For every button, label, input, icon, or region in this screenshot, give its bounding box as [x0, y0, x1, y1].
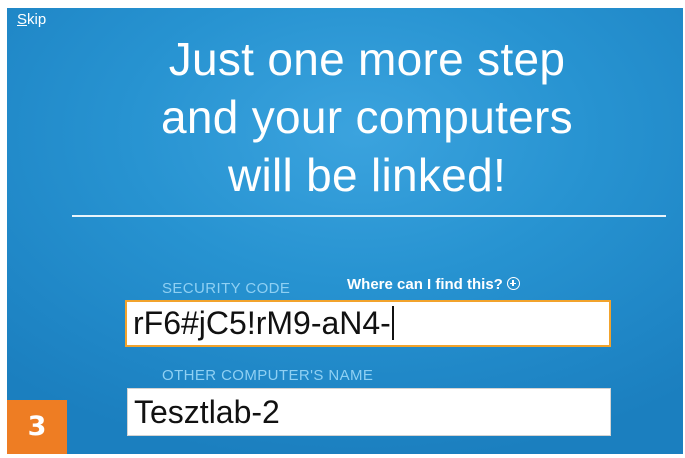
other-computer-name-input[interactable]: Tesztlab-2: [127, 388, 611, 436]
skip-link[interactable]: Skip: [17, 11, 46, 28]
skip-accel-letter: S: [17, 11, 28, 28]
where-can-i-find-this-label: Where can I find this?: [347, 276, 503, 293]
other-computer-name-label: OTHER COMPUTER'S NAME: [162, 367, 374, 384]
circle-plus-icon: [506, 277, 520, 290]
security-code-label: SECURITY CODE: [162, 280, 291, 297]
headline-line-2: and your computers: [161, 91, 573, 143]
screenshot-frame: Skip Just one more step and your compute…: [0, 0, 685, 458]
other-computer-name-value: Tesztlab-2: [134, 394, 280, 430]
page-headline: Just one more step and your computers wi…: [47, 30, 683, 204]
security-code-input[interactable]: rF6#jC5!rM9-aN4-: [125, 300, 611, 347]
headline-divider: [72, 215, 666, 217]
security-code-value: rF6#jC5!rM9-aN4-: [133, 305, 391, 341]
skip-rest-label: kip: [27, 11, 47, 28]
text-caret: [391, 306, 394, 340]
where-can-i-find-this-link[interactable]: Where can I find this?: [347, 276, 520, 293]
headline-line-1: Just one more step: [168, 33, 566, 85]
step-number-badge: 3: [7, 400, 67, 454]
headline-line-3: will be linked!: [227, 149, 507, 201]
